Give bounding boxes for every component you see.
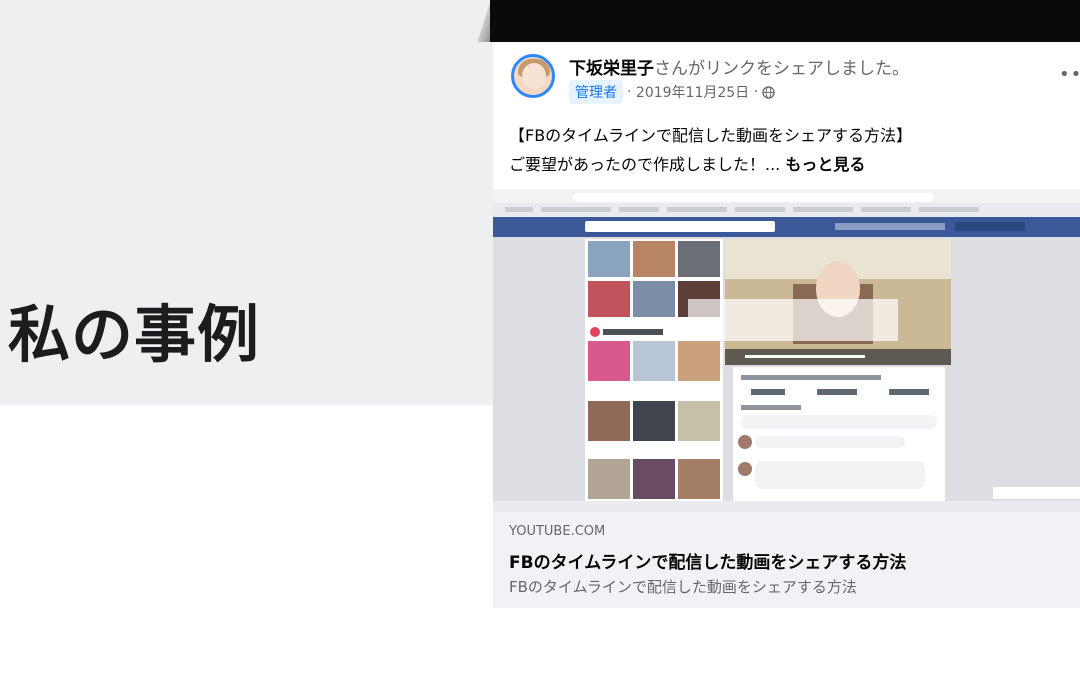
admin-badge: 管理者 [569,80,623,104]
post-header: 下坂栄里子さんがリンクをシェアしました。 [569,54,909,79]
post-text-line2: ご要望があったので作成しました！... もっと見る [509,151,865,175]
link-description: FBのタイムラインで配信した動画をシェアする方法 [509,578,857,596]
see-more-link[interactable]: もっと見る [785,155,865,174]
link-preview-info[interactable]: YOUTUBE.COM FBのタイムラインで配信した動画をシェアする方法 FBの… [493,512,1080,608]
post-text-body: ご要望があったので作成しました！... [509,155,786,174]
link-title[interactable]: FBのタイムラインで配信した動画をシェアする方法 [509,548,906,573]
post-separator: · [627,84,636,100]
globe-icon [762,85,775,99]
post-meta: 管理者 · 2019年11月25日 · [569,80,775,104]
post-date[interactable]: 2019年11月25日 [636,82,749,102]
more-horizontal-icon[interactable]: ••• [1059,64,1080,85]
author-name[interactable]: 下坂栄里子 [569,59,654,79]
facebook-post: 下坂栄里子さんがリンクをシェアしました。 管理者 · 2019年11月25日 ·… [493,42,1080,608]
post-action-text: さんがリンクをシェアしました。 [654,59,909,79]
preview-screenshot [493,189,1080,512]
device-frame-top [490,0,1080,42]
avatar[interactable] [511,54,555,98]
post-text-line1: 【FBのタイムラインで配信した動画をシェアする方法】 [509,126,913,145]
link-preview-image[interactable] [493,189,1080,512]
slide-title: 私の事例 [8,298,261,371]
link-domain: YOUTUBE.COM [509,524,606,539]
